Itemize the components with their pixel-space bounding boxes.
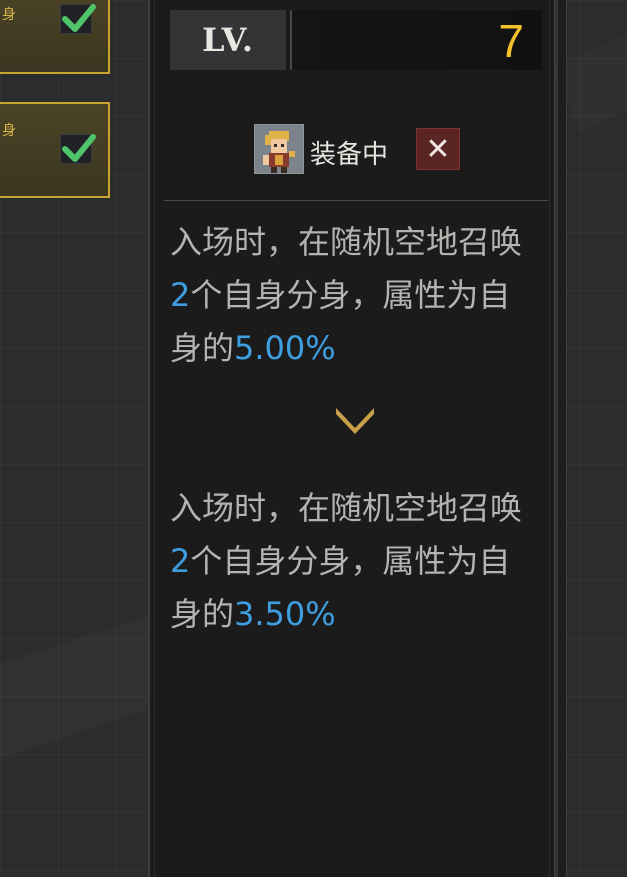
skill-card-label: 身 bbox=[2, 123, 16, 139]
next-effect-description: 入场时，在随机空地召唤 2个自身分身，属性为自身的3.50% bbox=[170, 482, 540, 641]
chevron-down-icon bbox=[336, 408, 374, 434]
panel-edge bbox=[154, 0, 155, 877]
divider bbox=[164, 200, 548, 201]
skill-card-label: 身 bbox=[2, 7, 16, 23]
level-label: LV. bbox=[170, 10, 286, 70]
desc-percent: 3.50% bbox=[234, 595, 336, 633]
desc-count: 2 bbox=[170, 276, 191, 314]
checkbox[interactable] bbox=[60, 4, 96, 34]
equip-status: 装备中 ✕ bbox=[254, 124, 474, 174]
skill-card[interactable]: 身 bbox=[0, 0, 110, 74]
hero-avatar bbox=[254, 124, 304, 174]
level-value-box: 7 bbox=[290, 10, 542, 70]
desc-text: 入场时，在随机空地召唤 bbox=[170, 489, 523, 527]
panel-edge bbox=[549, 0, 550, 877]
equip-status-label: 装备中 bbox=[310, 140, 389, 170]
desc-percent: 5.00% bbox=[234, 329, 336, 367]
desc-text: 个自身分身，属性为自身的 bbox=[170, 542, 511, 633]
skill-card-list: 身 身 bbox=[0, 0, 112, 877]
level-value: 7 bbox=[498, 15, 524, 67]
skill-card[interactable]: 身 bbox=[0, 102, 110, 198]
check-icon bbox=[62, 134, 96, 162]
unequip-button[interactable]: ✕ bbox=[416, 128, 460, 170]
check-icon bbox=[62, 4, 96, 32]
checkbox[interactable] bbox=[60, 134, 96, 164]
close-icon: ✕ bbox=[425, 131, 451, 167]
desc-text: 入场时，在随机空地召唤 bbox=[170, 223, 523, 261]
desc-text: 个自身分身，属性为自身的 bbox=[170, 276, 511, 367]
hero-portrait-icon bbox=[255, 125, 303, 173]
desc-count: 2 bbox=[170, 542, 191, 580]
level-row: LV. 7 bbox=[170, 10, 542, 70]
side-rail bbox=[557, 0, 567, 877]
current-effect-description: 入场时，在随机空地召唤 2个自身分身，属性为自身的5.00% bbox=[170, 216, 540, 375]
skill-detail-panel: LV. 7 装备中 ✕ 入场时，在随机空地召唤2个自身分身，属性为自身的5.00… bbox=[148, 0, 556, 877]
